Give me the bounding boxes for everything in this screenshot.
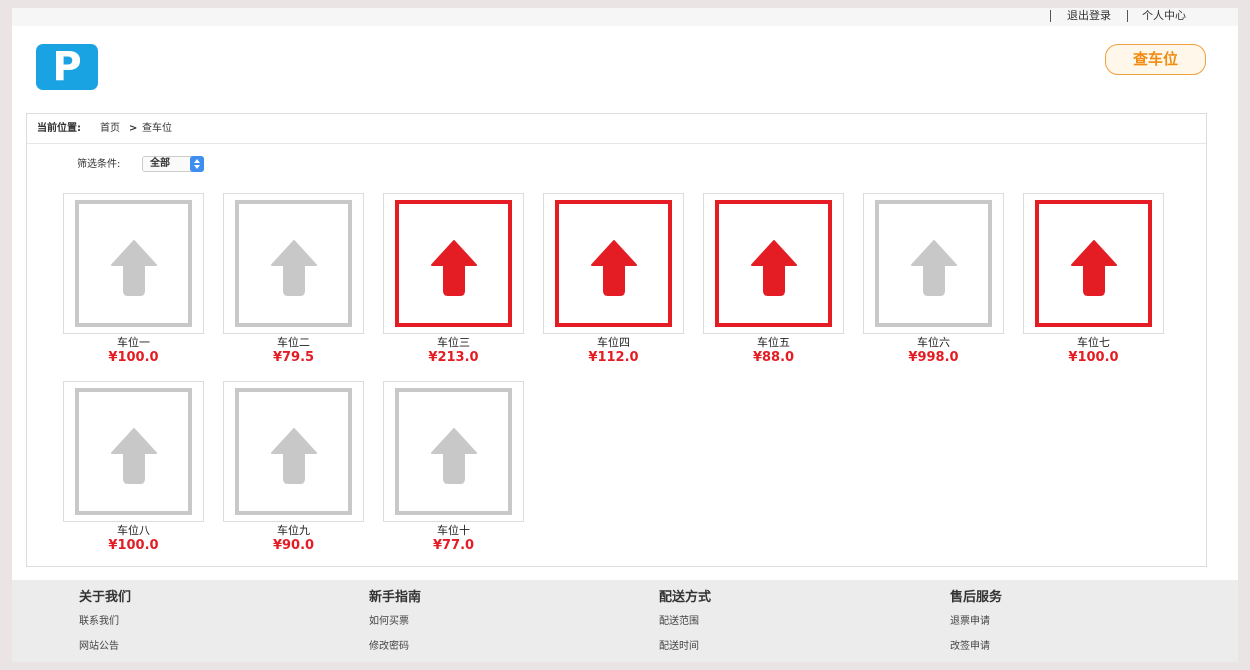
- parking-panel: 当前位置: 首页 > 查车位 筛选条件: 全部 车位一 ¥100.0 车位二 ¥79.…: [26, 113, 1207, 567]
- spot-image: [543, 193, 684, 334]
- up-arrow-icon: [431, 428, 477, 484]
- parking-spot-card[interactable]: 车位九 ¥90.0: [223, 381, 364, 553]
- spot-image: [223, 193, 364, 334]
- footer-link[interactable]: 网站公告: [79, 637, 119, 652]
- footer-column-title: 关于我们: [79, 590, 132, 605]
- breadcrumb: 当前位置: 首页 > 查车位: [27, 114, 1206, 144]
- spot-frame: [75, 200, 192, 327]
- footer-link[interactable]: 联系我们: [79, 612, 119, 627]
- parking-spot-card[interactable]: 车位七 ¥100.0: [1023, 193, 1164, 365]
- spot-name: 车位二: [277, 336, 310, 349]
- find-parking-button[interactable]: 查车位: [1105, 44, 1206, 75]
- divider: [1127, 10, 1128, 22]
- filter-select[interactable]: 全部: [142, 156, 204, 172]
- parking-spot-card[interactable]: 车位十 ¥77.0: [383, 381, 524, 553]
- spot-price: ¥112.0: [588, 350, 639, 365]
- parking-spot-card[interactable]: 车位三 ¥213.0: [383, 193, 524, 365]
- logout-link[interactable]: 退出登录: [1067, 9, 1111, 23]
- spot-image: [383, 193, 524, 334]
- parking-spot-card[interactable]: 车位五 ¥88.0: [703, 193, 844, 365]
- footer-column-title: 新手指南: [369, 590, 422, 605]
- spot-image: [383, 381, 524, 522]
- spot-name: 车位四: [597, 336, 630, 349]
- spot-name: 车位一: [117, 336, 150, 349]
- breadcrumb-home-link[interactable]: 首页: [100, 114, 120, 143]
- top-bar: 退出登录 个人中心: [12, 8, 1238, 26]
- footer-link[interactable]: 如何买票: [369, 612, 409, 627]
- divider: [1050, 10, 1051, 22]
- breadcrumb-label: 当前位置:: [37, 123, 81, 134]
- up-arrow-icon: [751, 240, 797, 296]
- spot-name: 车位八: [117, 524, 150, 537]
- footer-link[interactable]: 修改密码: [369, 637, 409, 652]
- spot-frame: [395, 388, 512, 515]
- footer: 关于我们联系我们网站公告 新手指南如何买票修改密码 配送方式配送范围配送时间 售后服务…: [12, 580, 1238, 662]
- spot-frame: [875, 200, 992, 327]
- parking-logo-icon[interactable]: P: [36, 44, 98, 90]
- spot-name: 车位七: [1077, 336, 1110, 349]
- spot-image: [703, 193, 844, 334]
- spot-name: 车位五: [757, 336, 790, 349]
- spot-price: ¥213.0: [428, 350, 479, 365]
- spot-frame: [555, 200, 672, 327]
- breadcrumb-current: 查车位: [142, 123, 172, 134]
- up-arrow-icon: [591, 240, 637, 296]
- footer-link[interactable]: 退票申请: [950, 612, 990, 627]
- select-arrows-icon: [190, 156, 204, 172]
- up-arrow-icon: [271, 428, 317, 484]
- spot-image: [63, 193, 204, 334]
- filter-selected-value: 全部: [150, 158, 170, 169]
- spot-price: ¥77.0: [432, 538, 475, 553]
- spot-name: 车位六: [917, 336, 950, 349]
- spot-image: [863, 193, 1004, 334]
- footer-column-title: 配送方式: [659, 590, 712, 605]
- footer-link[interactable]: 配送时间: [659, 637, 699, 652]
- user-center-link[interactable]: 个人中心: [1142, 9, 1186, 23]
- spot-price: ¥88.0: [752, 350, 795, 365]
- footer-link[interactable]: 配送范围: [659, 612, 699, 627]
- breadcrumb-separator: >: [129, 123, 138, 134]
- spot-frame: [395, 200, 512, 327]
- spot-price: ¥79.5: [272, 350, 315, 365]
- up-arrow-icon: [431, 240, 477, 296]
- spot-price: ¥100.0: [108, 350, 159, 365]
- parking-spot-card[interactable]: 车位八 ¥100.0: [63, 381, 204, 553]
- spot-price: ¥100.0: [108, 538, 159, 553]
- spot-image: [63, 381, 204, 522]
- spot-image: [1023, 193, 1164, 334]
- up-arrow-icon: [271, 240, 317, 296]
- spot-price: ¥100.0: [1068, 350, 1119, 365]
- up-arrow-icon: [911, 240, 957, 296]
- parking-spot-card[interactable]: 车位四 ¥112.0: [543, 193, 684, 365]
- parking-spot-card[interactable]: 车位二 ¥79.5: [223, 193, 364, 365]
- spot-frame: [1035, 200, 1152, 327]
- spot-name: 车位三: [437, 336, 470, 349]
- up-arrow-icon: [111, 428, 157, 484]
- spot-price: ¥998.0: [908, 350, 959, 365]
- up-arrow-icon: [111, 240, 157, 296]
- up-arrow-icon: [1071, 240, 1117, 296]
- spot-frame: [235, 388, 352, 515]
- spot-frame: [235, 200, 352, 327]
- footer-column-title: 售后服务: [950, 590, 1003, 605]
- logo-letter: P: [52, 44, 82, 90]
- spot-image: [223, 381, 364, 522]
- spot-name: 车位九: [277, 524, 310, 537]
- spot-price: ¥90.0: [272, 538, 315, 553]
- parking-spot-card[interactable]: 车位一 ¥100.0: [63, 193, 204, 365]
- footer-link[interactable]: 改签申请: [950, 637, 990, 652]
- filter-label: 筛选条件:: [77, 159, 121, 170]
- parking-spot-card[interactable]: 车位六 ¥998.0: [863, 193, 1004, 365]
- page-frame: 退出登录 个人中心 P 查车位 当前位置: 首页 > 查车位 筛选条件: 全部 …: [12, 8, 1238, 662]
- spot-frame: [75, 388, 192, 515]
- spot-name: 车位十: [437, 524, 470, 537]
- spot-frame: [715, 200, 832, 327]
